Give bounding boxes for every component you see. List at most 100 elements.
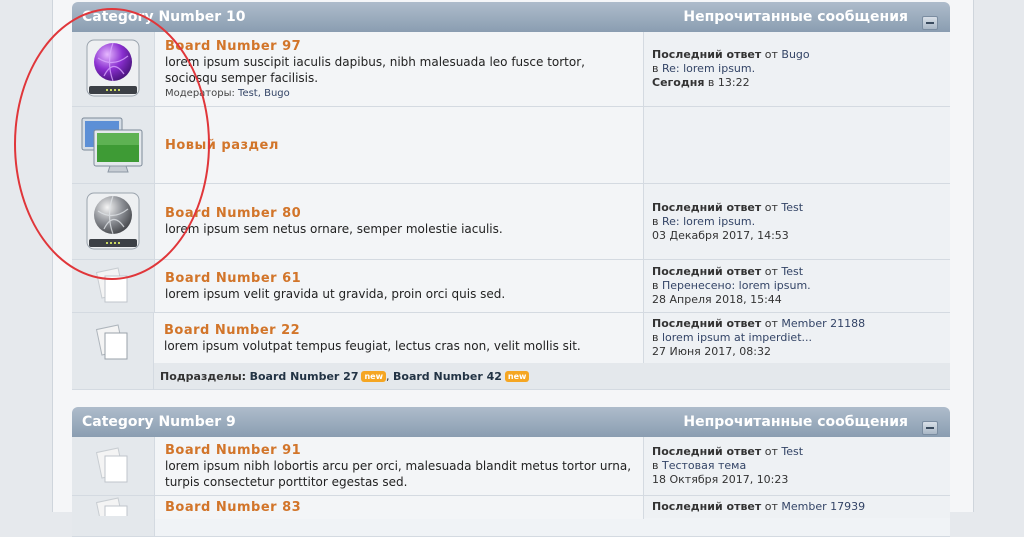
category-header: Category Number 10 Непрочитанные сообщен… <box>72 2 950 32</box>
board-icon-cell <box>72 32 155 106</box>
board-icon-cell <box>72 437 155 495</box>
last-post-author[interactable]: Test <box>781 445 803 458</box>
last-post-topic[interactable]: lorem ipsum at imperdiet... <box>662 331 812 344</box>
last-post: Последний ответ от Test в Re: lorem ipsu… <box>644 184 950 259</box>
category-10: Category Number 10 Непрочитанные сообщен… <box>72 2 950 390</box>
board-name-link[interactable]: Новый раздел <box>165 138 633 153</box>
from-word: от <box>764 445 778 458</box>
last-post-author[interactable]: Test <box>781 201 803 214</box>
read-pages-icon[interactable] <box>93 266 133 306</box>
last-post-time: в 13:22 <box>707 76 750 89</box>
last-post-author[interactable]: Member 17939 <box>781 500 865 513</box>
last-post-date: 28 Апреля 2018, 15:44 <box>652 293 782 306</box>
last-post-author[interactable]: Test <box>781 265 803 278</box>
last-post-label: Последний ответ <box>652 500 762 513</box>
last-post: Последний ответ от Test в Тестовая тема … <box>644 437 950 495</box>
last-post-label: Последний ответ <box>652 48 762 61</box>
board-row: Board Number 97 lorem ipsum suscipit iac… <box>72 32 950 107</box>
board-description: lorem ipsum suscipit iaculis dapibus, ni… <box>165 55 585 85</box>
collapse-icon[interactable] <box>922 421 938 435</box>
last-post-label: Последний ответ <box>652 445 762 458</box>
board-row: Board Number 91 lorem ipsum nibh loborti… <box>72 437 950 496</box>
last-post-topic[interactable]: Re: lorem ipsum. <box>662 62 755 75</box>
board-row: Новый раздел <box>72 107 950 184</box>
board-icon-cell <box>72 184 155 259</box>
last-post-date: 18 Октября 2017, 10:23 <box>652 473 789 486</box>
board-info: Новый раздел <box>155 107 644 183</box>
last-post-author[interactable]: Bugo <box>781 48 809 61</box>
board-icon-cell <box>72 496 155 536</box>
from-word: от <box>764 317 778 330</box>
board-description: lorem ipsum nibh lobortis arcu per orci,… <box>165 458 632 489</box>
moderators-label: Модераторы: <box>165 88 235 99</box>
from-word: от <box>764 48 778 61</box>
from-word: от <box>764 200 778 214</box>
board-row: Board Number 22 lorem ipsum volutpat tem… <box>72 313 950 389</box>
subboard-link[interactable]: Board Number 27 <box>250 370 359 383</box>
unread-posts-link[interactable]: Непрочитанные сообщения <box>683 9 908 25</box>
category-title[interactable]: Category Number 10 <box>82 9 246 25</box>
moderators-links[interactable]: Test, Bugo <box>238 88 290 99</box>
board-description: lorem ipsum sem netus ornare, semper mol… <box>165 222 503 236</box>
in-word: в <box>652 214 659 228</box>
category-9: Category Number 9 Непрочитанные сообщени… <box>72 407 950 537</box>
subboards-label: Подразделы: <box>160 369 247 383</box>
last-post-label: Последний ответ <box>652 317 762 330</box>
last-post-label: Последний ответ <box>652 200 762 214</box>
in-word: в <box>652 459 659 472</box>
last-post: Последний ответ от Member 21188 в lorem … <box>644 313 950 363</box>
last-post-date: 03 Декабря 2017, 14:53 <box>652 228 789 242</box>
from-word: от <box>764 500 778 513</box>
board-name-link[interactable]: Board Number 22 <box>164 323 633 338</box>
in-word: в <box>652 62 659 75</box>
board-name-link[interactable]: Board Number 61 <box>165 271 633 286</box>
last-post-label: Последний ответ <box>652 265 762 278</box>
last-post-date-bold: Сегодня <box>652 76 705 89</box>
in-word: в <box>652 331 659 344</box>
board-name-link[interactable]: Board Number 91 <box>165 443 633 458</box>
board-row: Board Number 61 lorem ipsum velit gravid… <box>72 260 950 313</box>
board-info: Board Number 97 lorem ipsum suscipit iac… <box>155 32 644 106</box>
in-word: в <box>652 279 659 292</box>
board-icon-cell <box>72 107 155 183</box>
subboard-link[interactable]: Board Number 42 <box>393 370 502 383</box>
read-pages-icon[interactable] <box>93 496 133 516</box>
last-post-topic[interactable]: Re: lorem ipsum. <box>662 215 755 228</box>
last-post-date: 27 Июня 2017, 08:32 <box>652 345 771 358</box>
collapse-icon[interactable] <box>922 16 938 30</box>
board-name-link[interactable]: Board Number 83 <box>165 500 633 515</box>
category-header: Category Number 9 Непрочитанные сообщени… <box>72 407 950 437</box>
monitors-icon[interactable] <box>80 114 146 176</box>
last-post-topic[interactable]: Перенесено: lorem ipsum. <box>662 279 811 292</box>
board-name-link[interactable]: Board Number 97 <box>165 39 633 54</box>
moderators: Модераторы: Test, Bugo <box>165 88 633 99</box>
board-icon-cell <box>72 260 155 312</box>
unread-posts-link[interactable]: Непрочитанные сообщения <box>683 414 908 430</box>
from-word: от <box>764 265 778 278</box>
read-pages-icon[interactable] <box>93 323 133 363</box>
board-info: Board Number 80 lorem ipsum sem netus or… <box>155 184 644 259</box>
board-info: Board Number 83 <box>155 496 644 519</box>
gray-globe-drive-icon[interactable] <box>84 191 142 253</box>
purple-globe-drive-icon[interactable] <box>84 38 142 100</box>
board-info: Board Number 22 lorem ipsum volutpat tem… <box>154 313 644 363</box>
subboards-row: Подразделы: Board Number 27 new, Board N… <box>72 363 950 390</box>
last-post-topic[interactable]: Тестовая тема <box>662 459 746 472</box>
last-post: Последний ответ от Bugo в Re: lorem ipsu… <box>644 32 950 106</box>
board-description: lorem ipsum volutpat tempus feugiat, lec… <box>164 338 581 353</box>
read-pages-icon[interactable] <box>93 446 133 486</box>
board-info: Board Number 91 lorem ipsum nibh loborti… <box>155 437 644 495</box>
last-post: Последний ответ от Test в Перенесено: lo… <box>644 260 950 312</box>
last-post: Последний ответ от Member 17939 <box>644 496 950 518</box>
last-post-author[interactable]: Member 21188 <box>781 317 865 330</box>
board-row: Board Number 80 lorem ipsum sem netus or… <box>72 184 950 260</box>
new-badge: new <box>361 370 386 382</box>
board-icon-cell <box>72 313 154 389</box>
category-title[interactable]: Category Number 9 <box>82 414 236 430</box>
board-row: Board Number 83 Последний ответ от Membe… <box>72 496 950 537</box>
board-name-link[interactable]: Board Number 80 <box>165 206 633 221</box>
new-badge: new <box>504 370 530 382</box>
last-post <box>644 107 950 183</box>
board-description: lorem ipsum velit gravida ut gravida, pr… <box>165 286 506 301</box>
board-info: Board Number 61 lorem ipsum velit gravid… <box>155 260 644 312</box>
